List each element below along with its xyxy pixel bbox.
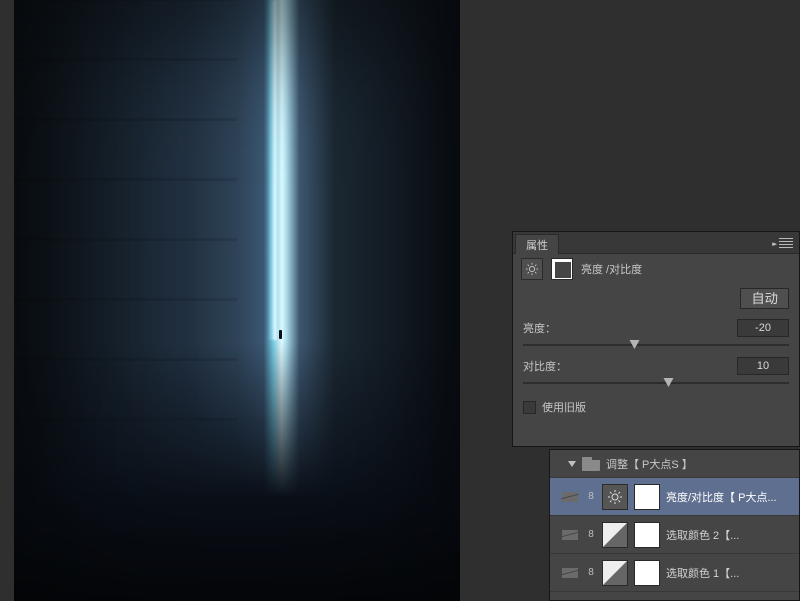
canvas-area[interactable]	[14, 0, 460, 601]
layer-row-brightness-contrast[interactable]: 亮度/对比度【 P大点...	[550, 478, 799, 516]
contrast-value[interactable]: 10	[737, 357, 789, 375]
tab-properties[interactable]: 属性	[515, 234, 559, 254]
layer-mask-thumb[interactable]	[634, 522, 660, 548]
visibility-toggle[interactable]	[560, 490, 580, 504]
mask-icon	[551, 258, 573, 280]
brightness-slider[interactable]	[523, 339, 789, 351]
contrast-label: 对比度：	[523, 358, 567, 374]
link-icon[interactable]	[586, 528, 596, 542]
layer-mask-thumb[interactable]	[634, 484, 660, 510]
adjustment-thumb-icon[interactable]	[602, 522, 628, 548]
panel-body: 自动 亮度： -20 对比度： 10 使用旧版	[513, 284, 799, 446]
properties-panel: 属性 亮度 /对比度 自动 亮度： -20 对比度：	[512, 231, 800, 447]
visibility-toggle[interactable]	[560, 528, 580, 542]
layer-mask-thumb[interactable]	[634, 560, 660, 586]
folder-icon	[582, 457, 600, 471]
brightness-label: 亮度：	[523, 320, 556, 336]
brightness-contrast-icon	[521, 258, 543, 280]
adjustment-header: 亮度 /对比度	[513, 254, 799, 284]
use-legacy-checkbox[interactable]	[523, 401, 536, 414]
panel-tabbar: 属性	[513, 232, 799, 254]
adjustment-thumb-icon[interactable]	[602, 484, 628, 510]
layer-label[interactable]: 选取颜色 1【...	[666, 565, 799, 581]
layer-label[interactable]: 亮度/对比度【 P大点...	[666, 489, 799, 505]
layers-panel: 调整【 P大点S 】 亮度/对比度【 P大点... 选取颜色 2【... 选取颜…	[549, 449, 800, 601]
brightness-row: 亮度： -20	[523, 319, 789, 351]
use-legacy-row: 使用旧版	[523, 399, 789, 415]
layer-label[interactable]: 选取颜色 2【...	[666, 527, 799, 543]
layer-row-selective-color-1[interactable]: 选取颜色 1【...	[550, 554, 799, 592]
artwork-figure	[279, 330, 282, 339]
link-icon[interactable]	[586, 566, 596, 580]
contrast-slider[interactable]	[523, 377, 789, 389]
contrast-row: 对比度： 10	[523, 357, 789, 389]
chevron-down-icon[interactable]	[568, 461, 576, 467]
link-icon[interactable]	[586, 490, 596, 504]
adjustment-title: 亮度 /对比度	[581, 261, 642, 277]
document-artwork	[14, 0, 460, 601]
use-legacy-label: 使用旧版	[542, 399, 586, 415]
brightness-value[interactable]: -20	[737, 319, 789, 337]
layer-row-selective-color-2[interactable]: 选取颜色 2【...	[550, 516, 799, 554]
artwork-floor	[14, 341, 460, 601]
panel-menu-icon[interactable]	[779, 238, 793, 248]
auto-button[interactable]: 自动	[740, 288, 789, 309]
adjustment-thumb-icon[interactable]	[602, 560, 628, 586]
visibility-toggle[interactable]	[560, 566, 580, 580]
collapse-panel-icon[interactable]	[772, 237, 775, 249]
layer-group-label: 调整【 P大点S 】	[606, 456, 693, 472]
artwork-light-slit	[268, 0, 282, 340]
layer-group-row[interactable]: 调整【 P大点S 】	[550, 450, 799, 478]
